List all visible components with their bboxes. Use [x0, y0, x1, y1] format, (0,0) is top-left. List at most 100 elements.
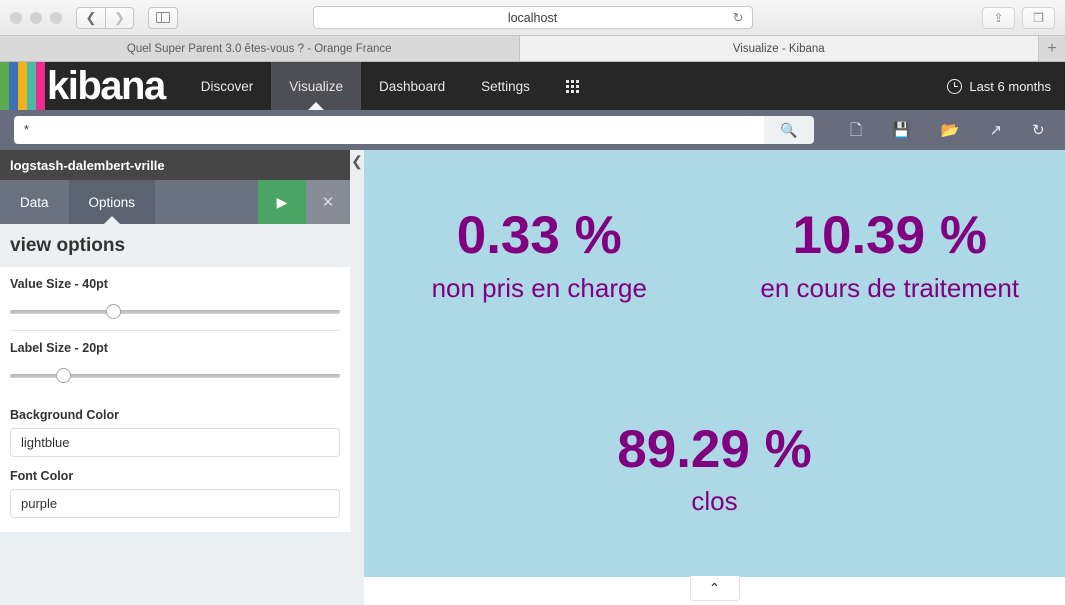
- kibana-logo[interactable]: kibana: [0, 62, 183, 110]
- slider-thumb[interactable]: [56, 368, 72, 383]
- label-size-slider[interactable]: [10, 368, 340, 384]
- main-content: logstash-dalembert-vrille Data Options ▶…: [0, 150, 1065, 605]
- nav-item-label: Visualize: [289, 78, 344, 94]
- metric-value: 89.29 %: [617, 419, 812, 479]
- forward-button[interactable]: ❯: [105, 6, 134, 29]
- reload-icon[interactable]: ↻: [733, 10, 744, 26]
- visualization-canvas: 0.33 % non pris en charge 10.39 % en cou…: [364, 150, 1065, 605]
- search-icon: 🔍: [780, 121, 798, 138]
- logo-stripe-green: [0, 62, 9, 110]
- open-folder-icon[interactable]: 📂: [941, 123, 960, 138]
- chevron-up-icon: ⌃: [708, 579, 721, 596]
- value-size-slider[interactable]: [10, 304, 340, 320]
- browser-toolbar: ❮ ❯ localhost ↻ ⇪ ❐: [0, 0, 1065, 36]
- metric-label: clos: [691, 486, 738, 517]
- time-picker-label: Last 6 months: [969, 78, 1051, 94]
- address-bar-text: localhost: [507, 10, 558, 25]
- background-color-label: Background Color: [10, 408, 120, 422]
- font-color-label: Font Color: [10, 469, 74, 483]
- toolbar-right-buttons: ⇪ ❐: [982, 6, 1055, 29]
- tab-data[interactable]: Data: [0, 180, 69, 224]
- sidebar-toggle-button[interactable]: [148, 6, 178, 29]
- time-picker[interactable]: Last 6 months: [947, 62, 1065, 110]
- value-size-label: Value Size - 40pt: [10, 277, 108, 291]
- slider-options-card: Value Size - 40pt Label Size - 20pt: [0, 267, 350, 394]
- share-icon: ⇪: [993, 10, 1004, 25]
- browser-tab-active[interactable]: Visualize - Kibana: [519, 36, 1039, 61]
- kibana-navbar: kibana Discover Visualize Dashboard Sett…: [0, 62, 1065, 110]
- query-bar: 🔍 🗋 💾 📂 ↗ ↻: [0, 110, 1065, 150]
- spy-panel-toggle-button[interactable]: ⌃: [689, 576, 740, 601]
- browser-tab-title: Quel Super Parent 3.0 êtes-vous ? - Oran…: [126, 42, 392, 55]
- logo-stripe-yellow: [18, 62, 27, 110]
- label-size-option: Label Size - 20pt: [10, 331, 340, 394]
- metric-row-bottom: 89.29 % clos: [364, 364, 1065, 578]
- nav-item-settings[interactable]: Settings: [463, 62, 548, 110]
- font-color-input[interactable]: [10, 489, 340, 518]
- metric-item: 0.33 % non pris en charge: [364, 150, 715, 364]
- clock-icon: [947, 78, 963, 94]
- color-options-card: Background Color Font Color: [0, 394, 350, 532]
- address-bar[interactable]: localhost ↻: [312, 6, 753, 29]
- close-window-button[interactable]: [10, 11, 22, 24]
- new-tab-button[interactable]: +: [1039, 36, 1065, 61]
- save-icon[interactable]: 💾: [892, 123, 911, 138]
- nav-item-label: Settings: [481, 78, 530, 94]
- browser-tab[interactable]: Quel Super Parent 3.0 êtes-vous ? - Oran…: [0, 36, 520, 61]
- nav-item-label: Dashboard: [379, 78, 446, 94]
- window-controls[interactable]: [10, 11, 62, 24]
- maximize-window-button[interactable]: [50, 11, 62, 24]
- browser-tab-strip: Quel Super Parent 3.0 êtes-vous ? - Oran…: [0, 36, 1065, 62]
- apply-changes-button[interactable]: ▶: [258, 180, 306, 224]
- metric-value: 0.33 %: [456, 206, 622, 266]
- value-size-option: Value Size - 40pt: [10, 267, 340, 331]
- share-external-icon[interactable]: ↗: [989, 123, 1002, 138]
- minimize-window-button[interactable]: [30, 11, 42, 24]
- index-pattern-title: logstash-dalembert-vrille: [0, 150, 350, 180]
- search-input[interactable]: [14, 116, 764, 144]
- options-panel: view options Value Size - 40pt Label Siz…: [0, 224, 350, 605]
- nav-item-discover[interactable]: Discover: [183, 62, 272, 110]
- metric-item: 89.29 % clos: [364, 364, 1065, 578]
- play-icon: ▶: [276, 193, 288, 210]
- kibana-logo-stripes: [0, 62, 45, 110]
- background-color-input[interactable]: [10, 428, 340, 457]
- nav-item-visualize[interactable]: Visualize: [271, 62, 362, 110]
- metric-value: 10.39 %: [792, 206, 987, 266]
- tab-label: Data: [20, 194, 49, 210]
- tab-label: Options: [88, 194, 136, 210]
- metric-row-top: 0.33 % non pris en charge 10.39 % en cou…: [364, 150, 1065, 364]
- index-pattern-label: logstash-dalembert-vrille: [10, 157, 165, 173]
- apps-menu-button[interactable]: [548, 62, 597, 110]
- search-button[interactable]: 🔍: [764, 116, 814, 144]
- tabs-overview-icon: ❐: [1033, 10, 1044, 25]
- new-tab-label: +: [1047, 39, 1057, 57]
- slider-track: [10, 310, 340, 314]
- query-input-group: 🔍: [14, 116, 814, 144]
- share-button[interactable]: ⇪: [982, 6, 1015, 29]
- show-all-tabs-button[interactable]: ❐: [1022, 6, 1055, 29]
- nav-item-dashboard[interactable]: Dashboard: [361, 62, 463, 110]
- query-bar-actions: 🗋 💾 📂 ↗ ↻: [850, 123, 1045, 138]
- editor-tabs-spacer: [155, 180, 258, 224]
- logo-stripe-blue: [9, 62, 18, 110]
- discard-changes-button[interactable]: ✕: [306, 180, 350, 224]
- tab-options[interactable]: Options: [68, 180, 156, 224]
- kibana-wordmark: kibana: [47, 64, 166, 108]
- sidebar-toggle-icon: [156, 12, 170, 23]
- side-panel-collapse-button[interactable]: ❮: [350, 150, 364, 605]
- logo-stripe-pink: [36, 62, 45, 110]
- editor-side-panel: logstash-dalembert-vrille Data Options ▶…: [0, 150, 350, 605]
- nav-item-label: Discover: [200, 78, 254, 94]
- kibana-nav-tabs: Discover Visualize Dashboard Settings: [183, 62, 597, 110]
- slider-thumb[interactable]: [105, 304, 121, 319]
- options-heading: view options: [10, 235, 126, 256]
- metric-label: non pris en charge: [431, 272, 647, 303]
- metric-label: en cours de traitement: [760, 272, 1020, 303]
- logo-stripe-teal: [27, 62, 36, 110]
- refresh-icon[interactable]: ↻: [1032, 123, 1045, 138]
- visualization-footer: ⌃: [364, 576, 1065, 605]
- back-button[interactable]: ❮: [76, 6, 105, 29]
- navigation-buttons: ❮ ❯: [76, 6, 134, 29]
- new-document-icon[interactable]: 🗋: [850, 123, 862, 138]
